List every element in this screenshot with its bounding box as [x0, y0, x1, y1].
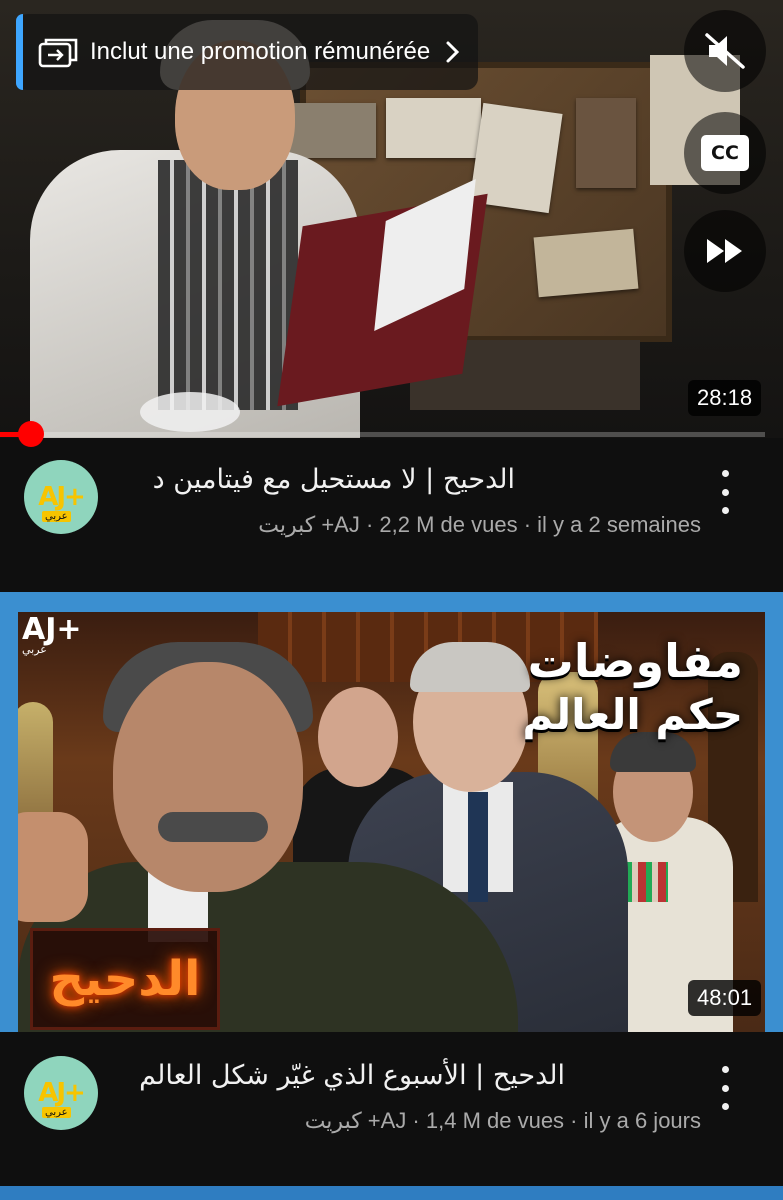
scene-shirt: [158, 160, 298, 410]
thumbnail-title-line1: مفاوضات: [527, 634, 743, 688]
promo-label: Inclut une promotion rémunérée: [90, 38, 431, 65]
captions-button[interactable]: CC: [684, 112, 766, 194]
figure-front-fist: [18, 812, 88, 922]
next-thumbnail-edge[interactable]: [0, 1186, 783, 1200]
more-vert-icon: [721, 1066, 729, 1073]
video-subtitle: كبريت +AJ · 2,2 M de vues · il y a 2 sem…: [258, 512, 701, 537]
more-vert-icon: [721, 470, 729, 477]
thumbnail-logo: AJ+: [22, 612, 82, 647]
thumbnail-title-line2: حكم العالم: [522, 690, 743, 739]
paid-promotion-chip[interactable]: Inclut une promotion rémunérée: [16, 14, 478, 90]
progress-scrubber[interactable]: [18, 421, 44, 447]
promo-accent-bar: [16, 14, 23, 90]
channel-avatar[interactable]: AJ+ عربي: [24, 460, 98, 534]
video-subtitle: كبريت +AJ · 1,4 M de vues · il y a 6 jou…: [304, 1108, 701, 1133]
captions-icon: CC: [701, 135, 749, 171]
fast-forward-icon: [707, 239, 742, 263]
chevron-right-icon: [446, 41, 460, 63]
promotion-icon: [38, 38, 78, 68]
mute-icon: [705, 33, 745, 69]
video-player[interactable]: Inclut une promotion rémunérée CC 28:18: [0, 0, 783, 438]
neon-sign: الدحيح: [30, 928, 220, 1030]
video-meta-1[interactable]: AJ+ عربي الدحيح | لا مستحيل مع فيتامين د…: [0, 460, 783, 560]
progress-bar[interactable]: [0, 432, 765, 437]
video-duration: 48:01: [688, 980, 762, 1016]
skip-forward-button[interactable]: [684, 210, 766, 292]
more-button[interactable]: [710, 470, 740, 514]
thumbnail-brand-logo: AJ+ عربي: [22, 612, 82, 656]
figure-front-head: [113, 662, 303, 892]
scene-lamp: [140, 392, 240, 432]
channel-logo-sub: عربي: [42, 1107, 71, 1118]
figure-center-tie: [468, 792, 488, 902]
more-button[interactable]: [710, 1066, 740, 1110]
captions-label: CC: [711, 142, 739, 164]
mute-button[interactable]: [684, 10, 766, 92]
video-title[interactable]: الدحيح | الأسبوع الذي غيّر شكل العالم: [85, 1060, 565, 1091]
channel-logo: AJ+: [38, 482, 86, 512]
video-title[interactable]: الدحيح | لا مستحيل مع فيتامين د: [95, 464, 515, 495]
video-duration: 28:18: [688, 380, 762, 416]
channel-logo: AJ+: [38, 1078, 86, 1108]
neon-sign-text: الدحيح: [49, 951, 201, 1007]
channel-logo-sub: عربي: [42, 511, 71, 522]
figure-front-mustache: [158, 812, 268, 842]
video-meta-2[interactable]: AJ+ عربي الدحيح | الأسبوع الذي غيّر شكل …: [0, 1056, 783, 1156]
figure-left-head: [318, 687, 398, 787]
